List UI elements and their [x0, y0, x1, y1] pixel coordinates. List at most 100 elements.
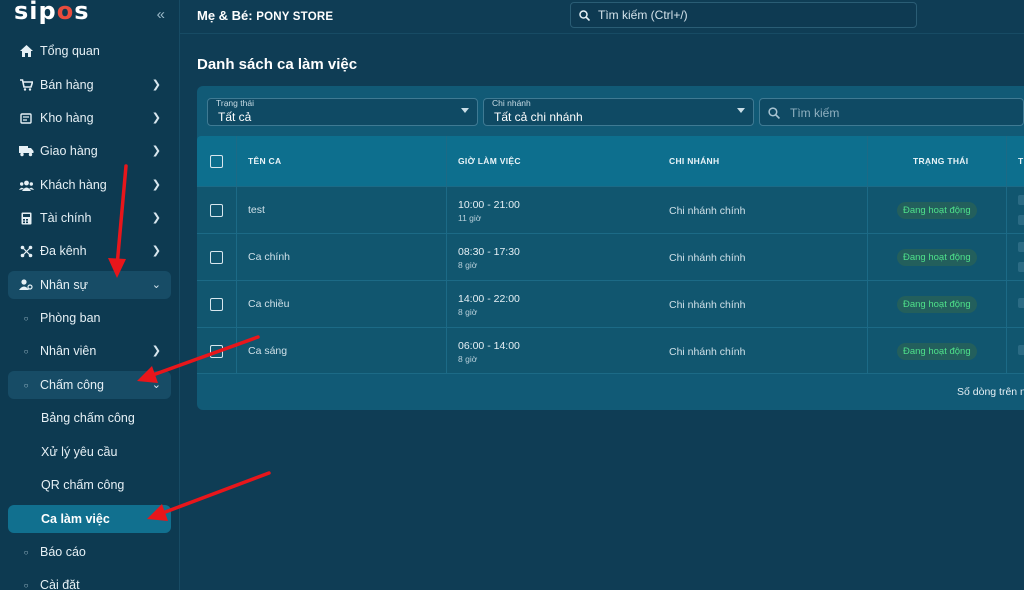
table-row[interactable]: Ca chính 08:30 - 17:30 8 giờ Chi nhánh c…: [197, 233, 1024, 280]
search-icon: [579, 9, 590, 21]
sidebar-item-label: Báo cáo: [40, 545, 86, 559]
search-icon: [768, 106, 781, 124]
cart-icon: [18, 79, 34, 91]
shift-branch: Chi nhánh chính: [669, 252, 746, 264]
sidebar-item-qr-cham-cong[interactable]: QR chấm công: [8, 471, 171, 499]
sidebar-item-label: Nhân viên: [40, 344, 97, 358]
row-checkbox[interactable]: [210, 298, 223, 311]
truck-icon: [18, 145, 34, 157]
sidebar-item-label: Nhân sự: [40, 278, 88, 292]
sidebar-item-ca-lam-viec[interactable]: Ca làm việc: [8, 505, 171, 533]
status-filter-value: Tất cả: [218, 110, 252, 124]
table-row[interactable]: Ca sáng 06:00 - 14:00 8 giờ Chi nhánh ch…: [197, 327, 1024, 374]
column-header-shift-name[interactable]: TÊN CA: [248, 156, 281, 166]
sidebar-item-bang-cham-cong[interactable]: Bảng chấm công: [8, 404, 171, 432]
shift-time: 10:00 - 21:00: [458, 199, 520, 211]
row-checkbox[interactable]: [210, 345, 223, 358]
action-stub[interactable]: [1018, 215, 1024, 225]
shift-branch: Chi nhánh chính: [669, 346, 746, 358]
sidebar-item-label: Tổng quan: [40, 44, 100, 58]
sipos-logo: sipos: [14, 0, 90, 25]
shift-time: 06:00 - 14:00: [458, 340, 520, 352]
row-checkbox[interactable]: [210, 251, 223, 264]
row-checkbox[interactable]: [210, 204, 223, 217]
chevron-right-icon: ❯: [151, 145, 161, 157]
global-search-input[interactable]: Tìm kiếm (Ctrl+/): [570, 2, 917, 28]
action-stub[interactable]: [1018, 298, 1024, 308]
action-stub[interactable]: [1018, 242, 1024, 252]
status-badge: Đang hoạt động: [897, 296, 977, 313]
sidebar-item-xu-ly-yeu-cau[interactable]: Xử lý yêu cầu: [8, 438, 171, 466]
action-stub[interactable]: [1018, 262, 1024, 272]
chevron-right-icon: ❯: [151, 112, 161, 124]
sidebar-item-label: Đa kênh: [40, 244, 87, 258]
shift-hours: 8 giờ: [458, 354, 478, 364]
chevron-right-icon: ❯: [151, 245, 161, 257]
double-chevron-left-icon[interactable]: «: [157, 6, 165, 23]
select-all-checkbox[interactable]: [210, 155, 223, 168]
action-stub[interactable]: [1018, 195, 1024, 205]
sidebar-item-label: QR chấm công: [41, 478, 125, 492]
shift-branch: Chi nhánh chính: [669, 299, 746, 311]
sidebar-item-label: Tài chính: [40, 211, 92, 225]
sidebar-item-cham-cong[interactable]: ○ Chấm công ⌄: [8, 371, 171, 399]
status-badge: Đang hoạt động: [897, 249, 977, 266]
table-search-input[interactable]: Tìm kiếm: [759, 98, 1024, 126]
table-row[interactable]: Ca chiều 14:00 - 22:00 8 giờ Chi nhánh c…: [197, 280, 1024, 327]
sidebar-item-da-kenh[interactable]: Đa kênh ❯: [8, 237, 171, 265]
shift-time: 08:30 - 17:30: [458, 246, 520, 258]
sidebar-item-label: Cài đặt: [40, 578, 80, 590]
sidebar-item-bao-cao[interactable]: ○ Báo cáo: [8, 538, 171, 566]
table-header: TÊN CA GIỜ LÀM VIỆC CHI NHÁNH TRẠNG THÁI…: [197, 136, 1024, 186]
column-header-working-hours[interactable]: GIỜ LÀM VIỆC: [458, 156, 521, 166]
sidebar-item-khach-hang[interactable]: Khách hàng ❯: [8, 171, 171, 199]
rows-per-page-label: Số dòng trên n: [957, 386, 1024, 398]
shift-hours: 11 giờ: [458, 213, 482, 223]
sidebar-item-label: Khách hàng: [40, 178, 107, 192]
calculator-icon: [18, 212, 34, 225]
table-row[interactable]: test 10:00 - 21:00 11 giờ Chi nhánh chín…: [197, 186, 1024, 233]
sidebar-item-label: Chấm công: [40, 378, 104, 392]
circle-bullet-icon: ○: [23, 580, 29, 590]
sidebar-item-label: Kho hàng: [40, 111, 94, 125]
sidebar-item-giao-hang[interactable]: Giao hàng ❯: [8, 137, 171, 165]
column-divider: [446, 136, 447, 374]
table-search-placeholder: Tìm kiếm: [790, 106, 840, 120]
status-badge: Đang hoạt động: [897, 202, 977, 219]
caret-down-icon: [461, 108, 469, 113]
shift-hours: 8 giờ: [458, 260, 478, 270]
sidebar-item-label: Ca làm việc: [41, 512, 110, 526]
status-filter-label: Trạng thái: [216, 98, 254, 108]
chevron-down-icon: ⌄: [151, 379, 161, 391]
chevron-down-icon: ⌄: [151, 279, 161, 291]
caret-down-icon: [737, 108, 745, 113]
sidebar-item-cai-dat[interactable]: ○ Cài đặt: [8, 571, 171, 590]
sidebar-item-nhan-vien[interactable]: ○ Nhân viên ❯: [8, 337, 171, 365]
branch-filter-value: Tất cả chi nhánh: [494, 110, 583, 124]
circle-bullet-icon: ○: [23, 547, 29, 557]
store-prefix: Mẹ & Bé:: [197, 8, 257, 23]
sidebar-item-label: Phòng ban: [40, 311, 101, 325]
chevron-right-icon: ❯: [151, 212, 161, 224]
branch-filter-select[interactable]: Chi nhánh Tất cả chi nhánh: [483, 98, 754, 126]
sidebar-item-tong-quan[interactable]: Tổng quan: [8, 37, 171, 65]
circle-bullet-icon: ○: [23, 313, 29, 323]
sidebar-item-nhan-su[interactable]: Nhân sự ⌄: [8, 271, 171, 299]
status-badge: Đang hoạt động: [897, 343, 977, 360]
column-header-truncated[interactable]: T: [1018, 156, 1024, 166]
sidebar-item-phong-ban[interactable]: ○ Phòng ban: [8, 304, 171, 332]
sidebar-item-ban-hang[interactable]: Bán hàng ❯: [8, 71, 171, 99]
sidebar-item-label: Bảng chấm công: [41, 411, 135, 425]
topbar: Mẹ & Bé: PONY STORE Tìm kiếm (Ctrl+/): [180, 0, 1024, 34]
column-header-status[interactable]: TRẠNG THÁI: [913, 156, 968, 166]
channels-icon: [18, 245, 34, 258]
shift-name: Ca chính: [248, 251, 291, 263]
column-divider: [867, 136, 868, 374]
sidebar-item-kho-hang[interactable]: Kho hàng ❯: [8, 104, 171, 132]
page-title: Danh sách ca làm việc: [197, 56, 358, 73]
status-filter-select[interactable]: Trạng thái Tất cả: [207, 98, 478, 126]
staff-icon: [18, 279, 34, 291]
action-stub[interactable]: [1018, 345, 1024, 355]
sidebar-item-tai-chinh[interactable]: Tài chính ❯: [8, 204, 171, 232]
column-header-branch[interactable]: CHI NHÁNH: [669, 156, 719, 166]
